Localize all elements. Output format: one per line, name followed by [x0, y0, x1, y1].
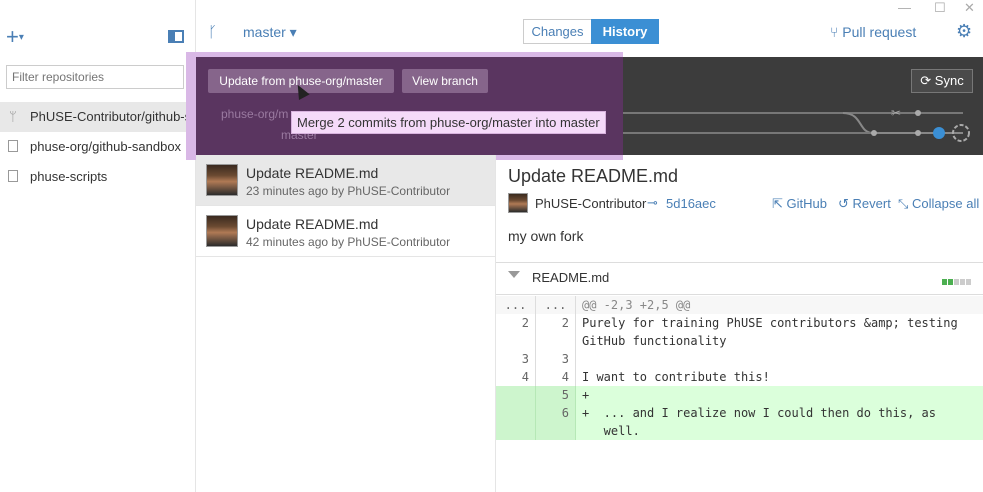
revert-label: Revert: [852, 196, 891, 211]
commit-meta: 42 minutes ago by PhUSE-Contributor: [246, 235, 451, 249]
toggle-sidebar-icon[interactable]: [168, 30, 184, 43]
tab-changes[interactable]: Changes: [523, 19, 592, 44]
upstream-branch-label: phuse-org/m: [221, 107, 289, 121]
file-name: README.md: [532, 270, 610, 285]
chevron-down-icon[interactable]: [508, 271, 520, 278]
view-branch-button[interactable]: View branch: [402, 69, 488, 93]
avatar: [508, 193, 528, 213]
new-line-number: 5: [536, 386, 576, 404]
commit-detail-title: Update README.md: [508, 166, 679, 186]
old-line-number: [496, 422, 536, 440]
diff-code: well.: [582, 424, 640, 438]
repo-label: PhUSE-Contributor/github-s...: [30, 109, 195, 124]
old-line-number: 3: [496, 350, 536, 368]
repo-item-phuse-scripts[interactable]: phuse-scripts: [0, 162, 195, 192]
diff-context-line: GitHub functionality: [496, 332, 983, 350]
diff-code: + ... and I realize now I could then do …: [582, 406, 937, 420]
diff-context-line: 33: [496, 350, 983, 368]
repo-label: phuse-scripts: [30, 169, 108, 184]
add-repository-button[interactable]: +▾: [6, 26, 36, 48]
branch-icon[interactable]: ᚴ: [208, 24, 217, 41]
branch-label: master: [243, 24, 286, 40]
commit-title: Update README.md: [246, 165, 379, 181]
diff-code: I want to contribute this!: [582, 370, 770, 384]
revert-icon: ↺: [838, 196, 853, 211]
commit-title: Update README.md: [246, 216, 379, 232]
minimize-icon[interactable]: —: [898, 0, 911, 15]
old-line-number: [496, 386, 536, 404]
old-line-number: [496, 332, 536, 350]
new-line-number: 4: [536, 368, 576, 386]
diff-added-line: 5 +: [496, 386, 983, 404]
diff-context-line: 44 I want to contribute this!: [496, 368, 983, 386]
pull-request-button[interactable]: ⑂ Pull request: [830, 24, 916, 40]
tooltip: Merge 2 commits from phuse-org/master in…: [291, 111, 606, 134]
commit-row[interactable]: Update README.md 42 minutes ago by PhUSE…: [196, 206, 495, 257]
new-line-number: [536, 422, 576, 440]
new-line-number: [536, 332, 576, 350]
diff-added-line: well.: [496, 422, 983, 440]
repo-icon: [8, 170, 18, 182]
diffstat-indicator: [942, 273, 972, 285]
branch-selector[interactable]: master ▾: [243, 24, 297, 41]
old-line-number: [496, 404, 536, 422]
close-icon[interactable]: ✕: [964, 0, 975, 16]
maximize-icon[interactable]: ☐: [934, 0, 946, 16]
gear-icon[interactable]: ⚙: [956, 21, 972, 42]
old-line-number: ...: [496, 296, 536, 314]
diff-context-line: 2 2 Purely for training PhUSE contributors…: [496, 314, 983, 332]
old-line-number: 4: [496, 368, 536, 386]
revert-button[interactable]: ↺ Revert: [838, 196, 891, 212]
avatar: [206, 164, 238, 196]
pull-request-icon: ⑂: [830, 24, 843, 40]
diff-hunk-header: ...... @@ -2,3 +2,5 @@: [496, 296, 983, 314]
pull-request-label: Pull request: [842, 24, 917, 40]
sync-button[interactable]: ⟳ Sync: [911, 69, 973, 93]
tab-history[interactable]: History: [591, 19, 659, 44]
new-line-number: 3: [536, 350, 576, 368]
commit-author: PhUSE-Contributor: [535, 196, 647, 211]
repo-label: phuse-org/github-sandbox: [30, 139, 182, 154]
diff-code: GitHub functionality: [582, 334, 727, 348]
collapse-all-label: Collapse all: [912, 196, 980, 211]
commit-list: Update README.md 23 minutes ago by PhUSE…: [196, 155, 496, 492]
open-on-github-button[interactable]: ⇱ GitHub: [772, 196, 827, 212]
new-line-number: 6: [536, 404, 576, 422]
sync-label: Sync: [934, 73, 964, 88]
filter-repositories-input[interactable]: [6, 65, 184, 89]
new-line-number: ...: [536, 296, 576, 314]
commit-message-body: my own fork: [508, 228, 584, 244]
diff-view: ...... @@ -2,3 +2,5 @@ 2 2 Purely for traini…: [496, 296, 983, 440]
diff-added-line: 6 + ... and I realize now I could then do…: [496, 404, 983, 422]
diff-code: Purely for training PhUSE contributors &…: [582, 316, 958, 330]
collapse-icon: ⤡: [898, 196, 913, 211]
fork-icon: ᛘ: [9, 109, 17, 124]
sync-icon: ⟳: [920, 73, 935, 88]
diff-code: +: [582, 388, 590, 402]
diff-code: @@ -2,3 +2,5 @@: [582, 298, 691, 312]
commit-icon: ⊸: [647, 195, 658, 210]
commit-meta: 23 minutes ago by PhUSE-Contributor: [246, 184, 451, 198]
collapse-all-button[interactable]: ⤡ Collapse all: [898, 196, 979, 212]
repo-icon: [8, 140, 18, 152]
avatar: [206, 215, 238, 247]
repo-item-github-sandbox[interactable]: phuse-org/github-sandbox: [0, 132, 195, 162]
old-line-number: 2: [496, 314, 536, 332]
commit-sha-link[interactable]: 5d16aec: [666, 196, 716, 211]
svg-text:✂: ✂: [891, 106, 901, 120]
github-label: GitHub: [786, 196, 827, 211]
commit-row[interactable]: Update README.md 23 minutes ago by PhUSE…: [196, 155, 495, 206]
repo-item-phuse-contributor[interactable]: ᛘ PhUSE-Contributor/github-s...: [0, 102, 195, 132]
new-line-number: 2: [536, 314, 576, 332]
external-link-icon: ⇱: [772, 196, 787, 211]
